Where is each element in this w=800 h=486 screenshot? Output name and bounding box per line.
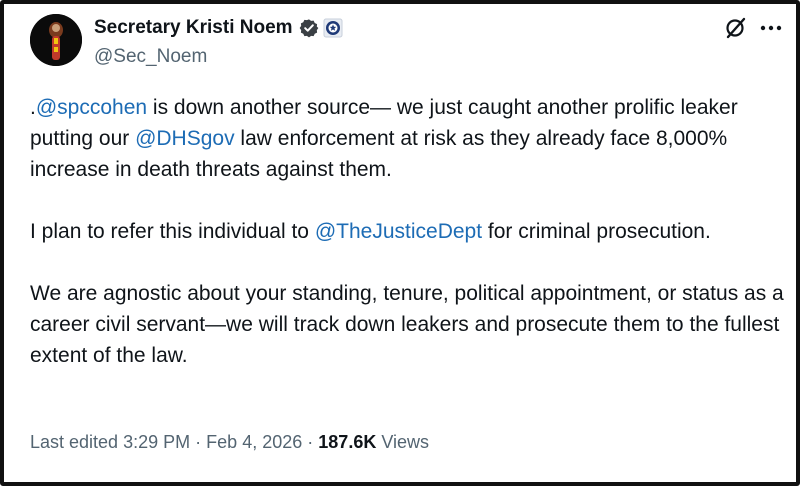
views-count[interactable]: 187.6K — [318, 432, 376, 452]
more-options-icon[interactable] — [758, 18, 784, 38]
mention-link-spccohen[interactable]: @spccohen — [36, 96, 147, 119]
dhs-seal-icon[interactable] — [323, 18, 343, 38]
text-run: I plan to refer this individual to — [30, 220, 315, 243]
post-text: .@spccohen is down another source— we ju… — [30, 92, 790, 371]
views-label[interactable]: Views — [381, 432, 429, 452]
meta-separator: · — [195, 432, 202, 452]
post-time[interactable]: 3:29 PM — [123, 432, 190, 452]
grok-icon[interactable] — [724, 16, 748, 40]
post-date[interactable]: Feb 4, 2026 — [206, 432, 302, 452]
edited-label[interactable]: Last edited — [30, 432, 118, 452]
text-run: We are agnostic about your standing, ten… — [30, 282, 784, 367]
avatar[interactable] — [30, 14, 82, 66]
post-paragraph-3: We are agnostic about your standing, ten… — [30, 278, 790, 371]
verified-badge-icon[interactable] — [299, 18, 319, 38]
post-header: Secretary Kristi Noem @Sec_Noem — [30, 12, 790, 72]
mention-link-dhsgov[interactable]: @DHSgov — [135, 127, 235, 150]
author-handle[interactable]: @Sec_Noem — [94, 46, 343, 68]
profile-avatar-image — [30, 14, 82, 66]
post-card: Secretary Kristi Noem @Sec_Noem .@spccoh… — [0, 0, 800, 486]
author-display-name[interactable]: Secretary Kristi Noem — [94, 17, 293, 39]
post-paragraph-2: I plan to refer this individual to @TheJ… — [30, 216, 790, 247]
display-name-row: Secretary Kristi Noem — [94, 16, 343, 40]
text-run: for criminal prosecution. — [482, 220, 711, 243]
author-names: Secretary Kristi Noem @Sec_Noem — [94, 16, 343, 68]
post-paragraph-1: .@spccohen is down another source— we ju… — [30, 92, 790, 185]
mention-link-thejusticedept[interactable]: @TheJusticeDept — [315, 220, 482, 243]
post-meta: Last edited 3:29 PM · Feb 4, 2026 · 187.… — [30, 432, 429, 453]
meta-separator: · — [307, 432, 314, 452]
